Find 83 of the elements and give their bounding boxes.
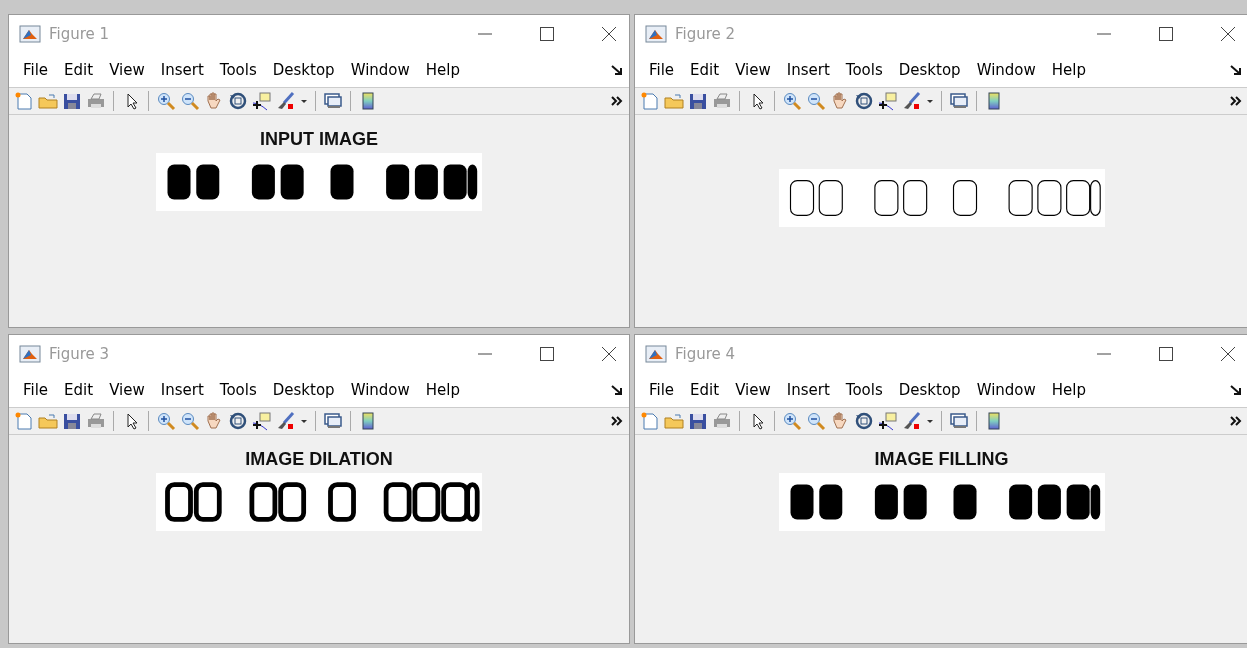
zoom-in-icon[interactable] — [781, 411, 803, 431]
menu-item[interactable]: Desktop — [264, 379, 343, 401]
menu-item[interactable]: Edit — [682, 379, 728, 401]
save-icon[interactable] — [61, 91, 83, 111]
printer-icon[interactable] — [711, 91, 733, 111]
axes-title: IMAGE DILATION — [245, 449, 393, 471]
menu-item[interactable]: View — [101, 379, 153, 401]
linked-windows-icon[interactable] — [322, 91, 344, 111]
close-icon[interactable] — [601, 346, 617, 362]
app-icon — [19, 25, 41, 43]
undock-arrow-icon[interactable] — [1230, 64, 1242, 76]
window-title: Figure 3 — [49, 345, 111, 363]
window-title: Figure 4 — [675, 345, 737, 363]
undock-arrow-icon[interactable] — [1230, 384, 1242, 396]
printer-icon[interactable] — [711, 411, 733, 431]
maximize-icon[interactable] — [1158, 26, 1174, 42]
menu-item[interactable]: Help — [1043, 379, 1094, 401]
menu-item[interactable]: Insert — [778, 59, 838, 81]
axes-title: IMAGE FILLING — [874, 449, 1009, 471]
menu-item[interactable]: File — [15, 379, 57, 401]
rotate-icon[interactable] — [227, 411, 249, 431]
menu-item[interactable]: Tools — [837, 379, 891, 401]
zoom-out-icon[interactable] — [805, 411, 827, 431]
rotate-icon[interactable] — [853, 411, 875, 431]
undock-arrow-icon[interactable] — [611, 384, 623, 396]
menu-item[interactable]: Help — [417, 59, 468, 81]
linked-windows-icon[interactable] — [948, 91, 970, 111]
data-cursor-icon[interactable] — [251, 91, 273, 111]
menu-item[interactable]: View — [727, 59, 779, 81]
menu-item[interactable]: File — [15, 59, 57, 81]
menu-item[interactable]: Window — [342, 59, 418, 81]
data-cursor-icon[interactable] — [877, 411, 899, 431]
close-icon[interactable] — [601, 26, 617, 42]
undock-arrow-icon[interactable] — [611, 64, 623, 76]
menu-item[interactable]: Insert — [152, 379, 212, 401]
window-title: Figure 2 — [675, 25, 737, 43]
printer-icon[interactable] — [85, 411, 107, 431]
menu-item[interactable]: Desktop — [264, 59, 343, 81]
zoom-out-icon[interactable] — [805, 91, 827, 111]
menu-item[interactable]: Window — [968, 59, 1044, 81]
rotate-icon[interactable] — [227, 91, 249, 111]
save-icon[interactable] — [687, 91, 709, 111]
zoom-in-icon[interactable] — [155, 411, 177, 431]
menu-item[interactable]: Desktop — [890, 379, 969, 401]
rotate-icon[interactable] — [853, 91, 875, 111]
zoom-in-icon[interactable] — [781, 91, 803, 111]
app-icon — [645, 25, 667, 43]
menu-item[interactable]: Tools — [211, 59, 265, 81]
menu-item[interactable]: File — [641, 379, 683, 401]
axes-title: INPUT IMAGE — [260, 129, 378, 151]
menu-item[interactable]: View — [101, 59, 153, 81]
maximize-icon[interactable] — [1158, 346, 1174, 362]
menu-item[interactable]: Help — [417, 379, 468, 401]
app-icon — [645, 345, 667, 363]
menu-item[interactable]: View — [727, 379, 779, 401]
printer-icon[interactable] — [85, 91, 107, 111]
menu-item[interactable]: Edit — [56, 59, 102, 81]
save-icon[interactable] — [687, 411, 709, 431]
app-icon — [19, 345, 41, 363]
maximize-icon[interactable] — [539, 346, 555, 362]
zoom-out-icon[interactable] — [179, 91, 201, 111]
menu-item[interactable]: Tools — [837, 59, 891, 81]
zoom-in-icon[interactable] — [155, 91, 177, 111]
menu-item[interactable]: Window — [342, 379, 418, 401]
menu-item[interactable]: File — [641, 59, 683, 81]
data-cursor-icon[interactable] — [877, 91, 899, 111]
zoom-out-icon[interactable] — [179, 411, 201, 431]
close-icon[interactable] — [1220, 346, 1236, 362]
menu-item[interactable]: Window — [968, 379, 1044, 401]
menu-item[interactable]: Help — [1043, 59, 1094, 81]
linked-windows-icon[interactable] — [322, 411, 344, 431]
linked-windows-icon[interactable] — [948, 411, 970, 431]
menu-item[interactable]: Tools — [211, 379, 265, 401]
save-icon[interactable] — [61, 411, 83, 431]
data-cursor-icon[interactable] — [251, 411, 273, 431]
close-icon[interactable] — [1220, 26, 1236, 42]
menu-item[interactable]: Insert — [778, 379, 838, 401]
maximize-icon[interactable] — [539, 26, 555, 42]
menu-item[interactable]: Desktop — [890, 59, 969, 81]
menu-item[interactable]: Edit — [682, 59, 728, 81]
menu-item[interactable]: Insert — [152, 59, 212, 81]
window-title: Figure 1 — [49, 25, 111, 43]
menu-item[interactable]: Edit — [56, 379, 102, 401]
